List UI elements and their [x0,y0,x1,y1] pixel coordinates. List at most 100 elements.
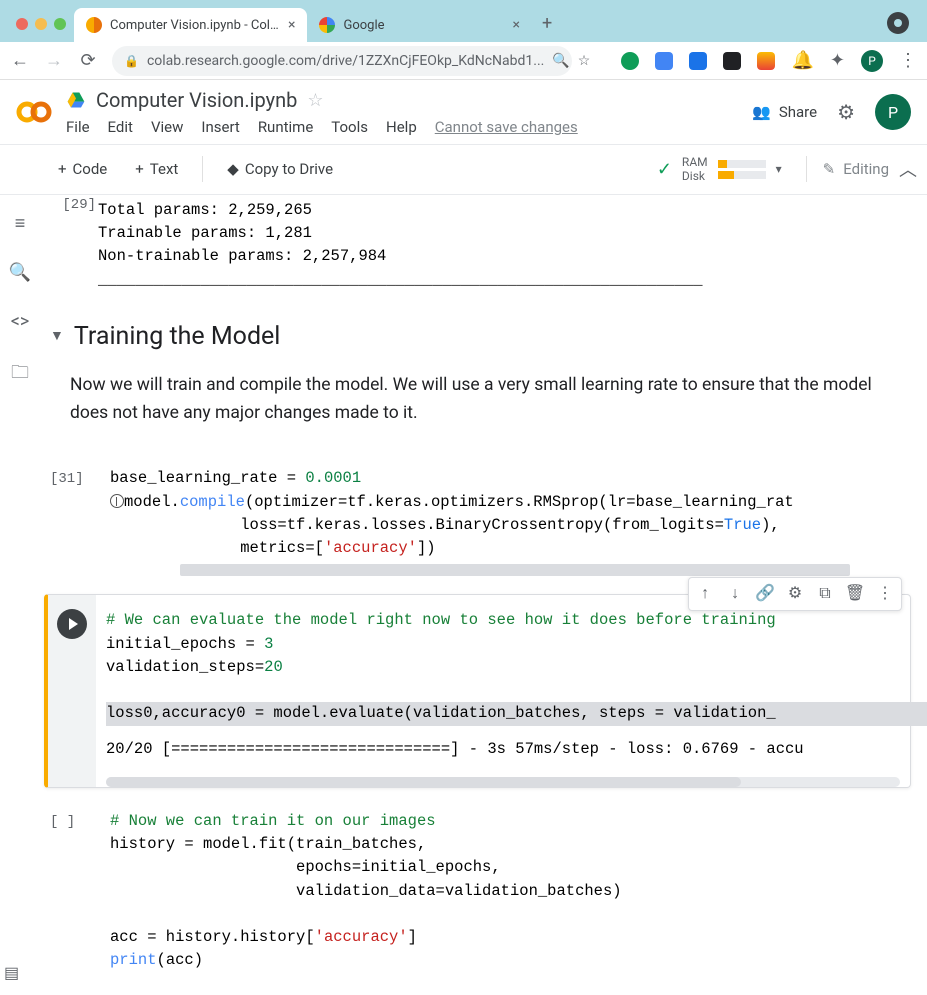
extension-icon[interactable] [621,52,639,70]
menu-help[interactable]: Help [386,118,417,136]
minimize-window-icon[interactable] [35,18,47,30]
drive-icon [66,90,86,110]
editing-mode-button[interactable]: ✎ Editing [823,160,889,178]
settings-gear-icon[interactable]: ⚙ [837,100,855,124]
close-tab-icon[interactable]: × [513,17,520,33]
active-code-cell[interactable]: ↑ ↓ 🔗 ⚙ ⧉ 🗑 ⋮ # We can evaluate the mode… [44,594,911,788]
notebook-content[interactable]: [29] Total params: 2,259,265 Trainable p… [40,195,927,995]
exec-count: [29] [42,195,96,216]
lock-icon: 🔒 [124,54,139,68]
collapse-header-icon[interactable]: ︿ [899,156,917,182]
notebook-title[interactable]: Computer Vision.ipynb [96,88,297,112]
code-content[interactable]: base_learning_rate = 0.0001 model.compil… [110,467,919,560]
close-window-icon[interactable] [16,18,28,30]
toc-icon[interactable]: ≡ [15,213,26,234]
colab-favicon-icon [86,17,102,33]
delete-cell-icon[interactable]: 🗑 [841,580,869,608]
forward-button[interactable]: → [44,50,64,71]
horizontal-scrollbar[interactable] [180,564,850,576]
notifications-icon[interactable]: 🔔 [791,50,813,71]
search-icon[interactable]: 🔍 [9,262,31,283]
cannot-save-notice[interactable]: Cannot save changes [435,118,578,136]
tab-google[interactable]: Google × [307,8,532,42]
run-gutter [48,595,96,787]
tab-title: Computer Vision.ipynb - Colab [110,18,280,33]
menu-runtime[interactable]: Runtime [258,118,313,136]
exec-count: [ ] [50,812,75,833]
chrome-profile-icon[interactable] [887,12,909,34]
exec-count: [31] [50,469,84,490]
code-cell[interactable]: [31] base_learning_rate = 0.0001 model.c… [40,465,919,580]
run-cell-button[interactable] [57,609,87,639]
copy-to-drive-button[interactable]: ◆ Copy to Drive [217,154,343,184]
drive-icon: ◆ [227,160,239,178]
more-icon[interactable]: ⋮ [871,580,899,608]
share-icon: 👥 [752,103,771,121]
link-icon[interactable]: 🔗 [751,580,779,608]
section-toggle-icon[interactable]: ▼ [50,326,64,347]
address-bar: ← → ⟳ 🔒 colab.research.google.com/drive/… [0,42,927,80]
code-content[interactable]: # Now we can train it on our images hist… [110,810,919,973]
left-sidebar: ≡ 🔍 <> 🗀 ▤ [0,195,40,995]
extension-icon[interactable] [723,52,741,70]
cell-toolbar: ↑ ↓ 🔗 ⚙ ⧉ 🗑 ⋮ [688,577,902,611]
resource-meters [718,160,766,179]
reload-button[interactable]: ⟳ [78,50,98,71]
section-body: Now we will train and compile the model.… [40,365,919,437]
cell-output: 20/20 [==============================] -… [48,734,910,771]
browser-tab-strip: Computer Vision.ipynb - Colab × Google ×… [0,0,927,42]
move-up-icon[interactable]: ↑ [691,580,719,608]
extension-icon[interactable] [689,52,707,70]
cell-output: Total params: 2,259,265 Trainable params… [40,195,919,292]
horizontal-scrollbar[interactable] [106,777,900,787]
connection-status[interactable]: ✓ RAM Disk ▾ [649,151,790,188]
menu-edit[interactable]: Edit [108,118,133,136]
separator [202,156,203,182]
add-text-cell-button[interactable]: + Text [125,154,188,184]
code-cell[interactable]: [ ] # Now we can train it on our images … [40,808,919,975]
profile-avatar[interactable]: P [861,50,883,72]
move-down-icon[interactable]: ↓ [721,580,749,608]
colab-logo-icon[interactable] [16,94,52,130]
files-icon[interactable]: 🗀 [11,360,29,390]
bookmark-star-icon[interactable]: ☆ [578,53,591,69]
maximize-window-icon[interactable] [54,18,66,30]
check-icon: ✓ [657,159,672,180]
separator [806,156,807,182]
pencil-icon: ✎ [823,160,836,178]
menu-file[interactable]: File [66,118,90,136]
extensions-menu-icon[interactable]: ✦ [830,50,845,71]
google-favicon-icon [319,17,335,33]
search-in-page-icon[interactable]: 🔍 [552,53,569,69]
back-button[interactable]: ← [10,50,30,71]
terminal-icon[interactable]: ▤ [4,963,19,982]
extension-icon[interactable] [757,52,775,70]
section-heading: Training the Model [74,318,281,356]
text-cursor-icon [110,494,124,508]
chrome-menu-icon[interactable]: ⋮ [899,50,917,71]
menu-tools[interactable]: Tools [331,118,368,136]
new-tab-button[interactable]: + [532,5,562,42]
menu-insert[interactable]: Insert [201,118,239,136]
extension-icon[interactable] [655,52,673,70]
window-controls [8,18,74,42]
user-avatar[interactable]: P [875,94,911,130]
close-tab-icon[interactable]: × [288,17,295,33]
selected-line: loss0,accuracy0 = model.evaluate(validat… [106,702,927,725]
code-snippets-icon[interactable]: <> [11,311,30,332]
colab-header: Computer Vision.ipynb ☆ File Edit View I… [0,80,927,144]
notebook-toolbar: + Code + Text ◆ Copy to Drive ✓ RAM Disk… [0,144,927,195]
code-content[interactable]: # We can evaluate the model right now to… [48,595,910,733]
menu-bar: File Edit View Insert Runtime Tools Help… [66,118,578,136]
star-icon[interactable]: ☆ [307,90,323,111]
url-text: colab.research.google.com/drive/1ZZXnCjF… [147,53,544,69]
add-code-cell-button[interactable]: + Code [48,154,117,184]
cell-settings-icon[interactable]: ⚙ [781,580,809,608]
omnibox[interactable]: 🔒 colab.research.google.com/drive/1ZZXnC… [112,46,572,76]
menu-view[interactable]: View [151,118,183,136]
tab-title: Google [343,18,384,33]
share-button[interactable]: 👥 Share [752,103,817,121]
mirror-cell-icon[interactable]: ⧉ [811,580,839,608]
tab-colab[interactable]: Computer Vision.ipynb - Colab × [74,8,307,42]
chevron-down-icon[interactable]: ▾ [776,162,782,176]
